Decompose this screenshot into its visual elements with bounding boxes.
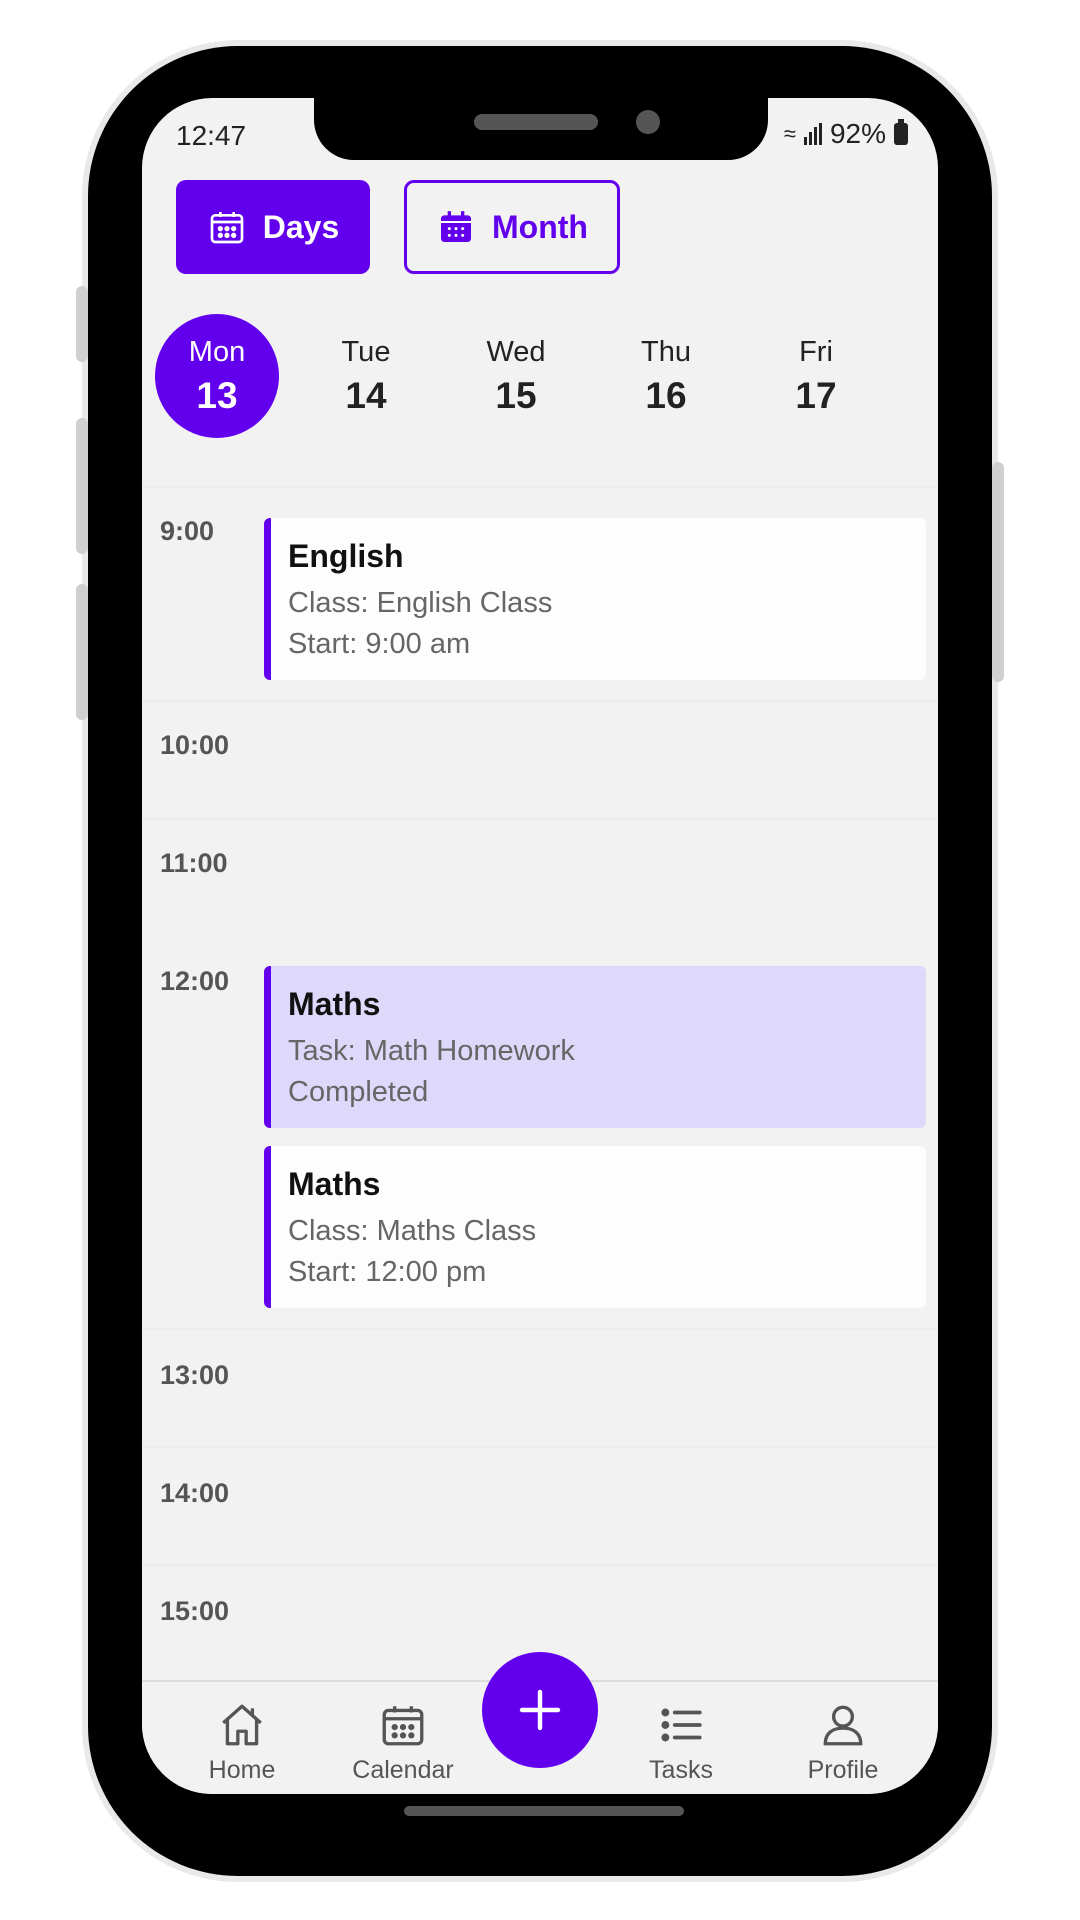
battery-percent: 92% <box>829 118 886 149</box>
day-number: 15 <box>495 374 537 416</box>
event-title: English <box>288 538 404 574</box>
status-time: 12:47 <box>176 120 247 151</box>
hour-label: 10:00 <box>160 730 230 760</box>
hour-divider <box>142 1446 938 1448</box>
hour-divider <box>142 486 938 488</box>
signal-icon <box>803 123 822 145</box>
event-detail: Task: Math Homework <box>288 1035 575 1067</box>
list-icon <box>661 1708 702 1742</box>
bottom-navigation: Home Calendar Tasks Profile <box>142 1652 938 1794</box>
user-icon <box>823 1705 863 1746</box>
front-camera <box>636 110 660 134</box>
plus-icon <box>519 1689 561 1731</box>
wifi-icon: ≈ <box>783 121 796 146</box>
app-screen: 12:47 ≈ 92% Days Month Mon 13 Tue 14 Wed… <box>142 98 938 1794</box>
side-button-mute <box>76 286 88 362</box>
day-name: Fri <box>799 335 833 368</box>
event-card-maths-task[interactable]: Maths Task: Math Homework Completed <box>264 966 926 1128</box>
event-start: Start: 9:00 am <box>288 628 471 660</box>
day-mon[interactable]: Mon 13 <box>155 314 279 438</box>
nav-home[interactable]: Home <box>177 1700 307 1785</box>
event-title: Maths <box>288 1166 381 1202</box>
hour-divider <box>142 818 938 820</box>
speaker-grille <box>474 114 598 130</box>
add-button[interactable] <box>482 1652 598 1768</box>
event-detail: Class: Maths Class <box>288 1215 537 1247</box>
day-fri[interactable]: Fri 17 <box>754 314 878 438</box>
hour-label: 9:00 <box>160 516 215 546</box>
hour-label: 13:00 <box>160 1360 230 1390</box>
day-name: Thu <box>641 335 691 368</box>
nav-calendar-label: Calendar <box>352 1756 454 1784</box>
nav-tasks[interactable]: Tasks <box>616 1700 746 1785</box>
nav-tasks-label: Tasks <box>649 1756 713 1784</box>
hour-label: 15:00 <box>160 1596 230 1626</box>
event-title: Maths <box>288 986 381 1022</box>
notch <box>314 98 768 160</box>
event-start: Start: 12:00 pm <box>288 1256 487 1288</box>
hour-label: 12:00 <box>160 966 230 996</box>
event-card-maths-class[interactable]: Maths Class: Maths Class Start: 12:00 pm <box>264 1146 926 1308</box>
day-number: 16 <box>645 374 687 416</box>
day-number: 17 <box>795 374 837 416</box>
status-indicators: ≈ 92% <box>784 118 908 150</box>
calendar-icon <box>441 211 472 242</box>
month-view-label: Month <box>492 208 588 245</box>
nav-home-label: Home <box>208 1756 276 1784</box>
days-view-button[interactable]: Days <box>176 180 370 274</box>
days-view-label: Days <box>262 208 340 245</box>
day-tue[interactable]: Tue 14 <box>304 314 428 438</box>
day-thu[interactable]: Thu 16 <box>604 314 728 438</box>
day-name: Mon <box>188 335 246 368</box>
event-status: Completed <box>288 1076 429 1108</box>
battery-icon <box>894 119 908 145</box>
day-number: 13 <box>196 374 238 416</box>
day-name: Wed <box>486 335 546 368</box>
nav-profile[interactable]: Profile <box>778 1700 908 1785</box>
day-number: 14 <box>345 374 387 416</box>
hour-divider <box>142 700 938 702</box>
hour-divider <box>142 1328 938 1330</box>
nav-profile-label: Profile <box>807 1756 879 1784</box>
hour-divider <box>142 1564 938 1566</box>
day-wed[interactable]: Wed 15 <box>454 314 578 438</box>
event-detail: Class: English Class <box>288 587 553 619</box>
side-button-volume-up <box>76 418 88 554</box>
home-icon <box>222 1704 262 1746</box>
hour-label: 14:00 <box>160 1478 230 1508</box>
event-card-english[interactable]: English Class: English Class Start: 9:00… <box>264 518 926 680</box>
month-view-button[interactable]: Month <box>404 180 620 274</box>
calendar-icon <box>382 1706 424 1746</box>
home-indicator <box>404 1806 684 1816</box>
day-name: Tue <box>341 335 391 368</box>
calendar-icon <box>210 212 244 244</box>
nav-calendar[interactable]: Calendar <box>338 1700 468 1785</box>
side-button-power <box>992 462 1004 682</box>
hour-label: 11:00 <box>160 848 228 878</box>
side-button-volume-down <box>76 584 88 720</box>
